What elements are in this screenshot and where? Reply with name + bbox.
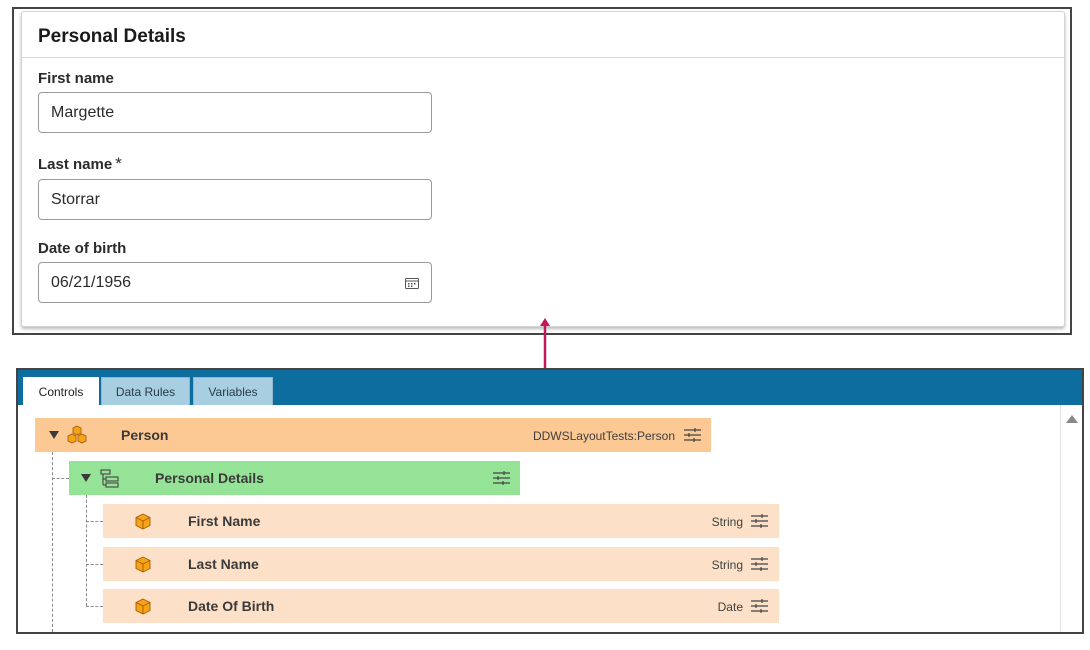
last-name-node-type: String	[711, 558, 743, 572]
tree-guide-section	[86, 495, 87, 606]
collapse-toggle-icon[interactable]	[81, 474, 91, 482]
personal-details-node-label: Personal Details	[155, 470, 264, 486]
date-of-birth-node-label: Date Of Birth	[188, 598, 275, 614]
field-cube-icon	[135, 513, 151, 530]
last-name-field: Last name * Storrar	[38, 154, 433, 220]
tree-guide-item-branch	[86, 521, 103, 522]
tree-node-person[interactable]: Person DDWSLayoutTests:Person	[35, 418, 711, 452]
tree-scrollbar[interactable]	[1060, 405, 1082, 632]
tree-node-date-of-birth[interactable]: Date Of Birth Date	[103, 589, 779, 623]
date-of-birth-field: Date of birth 06/21/1956	[38, 240, 433, 303]
section-tree-icon	[100, 469, 119, 488]
settings-sliders-icon[interactable]	[751, 557, 768, 571]
tree-node-last-name[interactable]: Last Name String	[103, 547, 779, 581]
date-of-birth-input[interactable]: 06/21/1956	[38, 262, 432, 303]
card-header: Personal Details	[22, 12, 1064, 58]
layout-designer-panel: Controls Data Rules Variables Person DDW…	[16, 368, 1084, 634]
required-marker: *	[115, 154, 122, 173]
date-of-birth-value: 06/21/1956	[51, 273, 132, 291]
scroll-up-arrow-icon[interactable]	[1066, 415, 1078, 423]
tree-guide-section-branch	[52, 478, 69, 479]
field-cube-icon	[135, 598, 151, 615]
date-of-birth-node-type: Date	[717, 600, 743, 614]
last-name-label: Last name	[38, 156, 113, 173]
first-name-field: First name Margette	[38, 70, 433, 133]
first-name-value: Margette	[51, 103, 115, 121]
personal-details-card: Personal Details First name Margette Las…	[21, 11, 1065, 327]
entity-cubes-icon	[67, 425, 87, 444]
first-name-node-label: First Name	[188, 513, 261, 529]
field-cube-icon	[135, 556, 151, 573]
person-node-type: DDWSLayoutTests:Person	[532, 429, 675, 443]
settings-sliders-icon[interactable]	[751, 514, 768, 528]
last-name-input[interactable]: Storrar	[38, 179, 432, 220]
last-name-node-label: Last Name	[188, 556, 259, 572]
tree-node-personal-details[interactable]: Personal Details	[69, 461, 520, 495]
form-preview-frame: Personal Details First name Margette Las…	[12, 7, 1072, 335]
tree-guide-item-branch	[86, 606, 103, 607]
controls-tree: Person DDWSLayoutTests:Person Personal D…	[18, 405, 1082, 632]
settings-sliders-icon[interactable]	[493, 471, 510, 485]
person-node-label: Person	[121, 427, 169, 443]
settings-sliders-icon[interactable]	[751, 599, 768, 613]
card-title: Personal Details	[38, 26, 186, 47]
collapse-toggle-icon[interactable]	[49, 431, 59, 439]
last-name-label-row: Last name *	[38, 154, 433, 174]
last-name-value: Storrar	[51, 190, 100, 208]
first-name-input[interactable]: Margette	[38, 92, 432, 133]
tree-node-first-name[interactable]: First Name String	[103, 504, 779, 538]
first-name-label: First name	[38, 70, 114, 87]
calendar-icon[interactable]	[405, 277, 419, 289]
designer-tab-strip: Controls Data Rules Variables	[18, 370, 1082, 406]
tree-guide-item-branch	[86, 564, 103, 565]
date-of-birth-label: Date of birth	[38, 240, 127, 257]
tab-variables[interactable]: Variables	[193, 377, 273, 405]
tab-data-rules[interactable]: Data Rules	[101, 377, 190, 405]
first-name-node-type: String	[711, 515, 743, 529]
tab-controls[interactable]: Controls	[23, 377, 99, 406]
tree-guide-root	[52, 452, 53, 632]
settings-sliders-icon[interactable]	[684, 428, 701, 442]
